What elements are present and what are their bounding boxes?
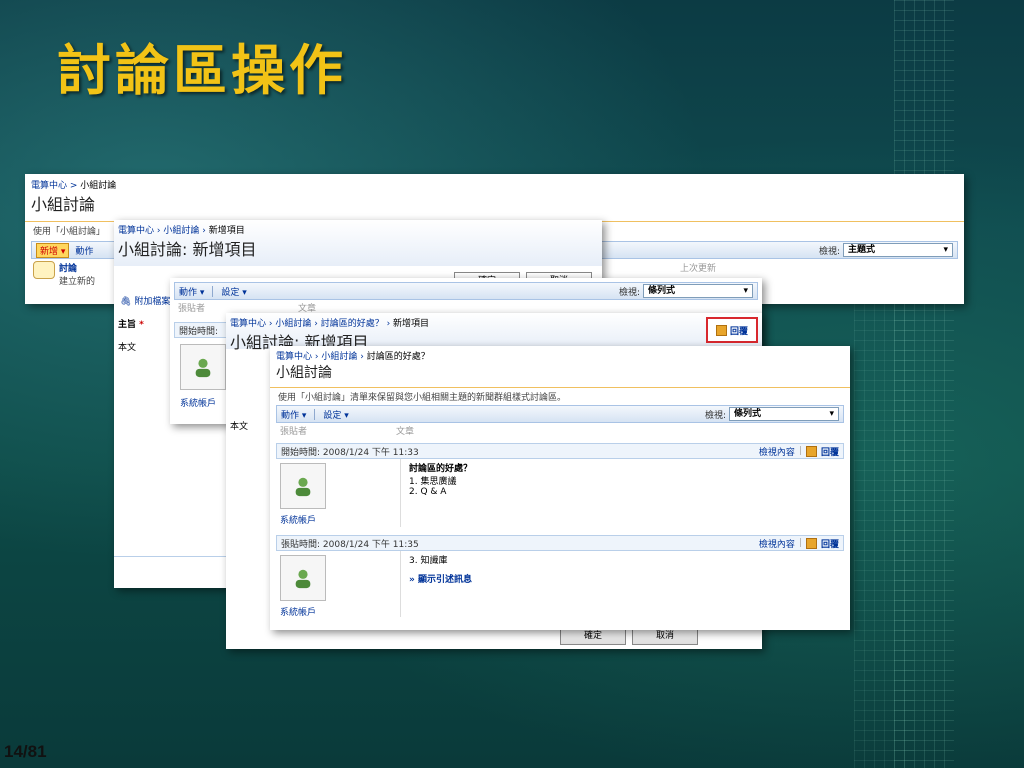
view-content-link[interactable]: 檢視內容 bbox=[759, 537, 795, 550]
show-quote-link[interactable]: » 顯示引述訊息 bbox=[409, 572, 472, 585]
post-time: 開始時間: 2008/1/24 下午 11:33 bbox=[281, 447, 419, 458]
crumb-current: 新增項目 bbox=[208, 226, 245, 236]
column-author: 張貼者 bbox=[280, 426, 308, 437]
action-menu[interactable]: 動作 ▾ bbox=[281, 408, 306, 421]
divider: | bbox=[798, 446, 802, 456]
breadcrumb: 電算中心 › 小組討論 › 討論區的好處？ › 新增項目 bbox=[230, 319, 430, 329]
post-row: 系統帳戶 討論區的好處？ 1. 集思廣議 2. Q & A bbox=[270, 459, 850, 527]
crumb-separator: > bbox=[67, 181, 81, 191]
reply-button-highlight[interactable]: 回覆 bbox=[706, 317, 758, 343]
required-mark: * bbox=[139, 320, 144, 330]
view-content-link[interactable]: 檢視內容 bbox=[759, 445, 795, 458]
chevron-down-icon: ▾ bbox=[943, 245, 948, 255]
crumb-current: 新增項目 bbox=[393, 319, 430, 329]
column-author: 張貼者 bbox=[178, 303, 206, 314]
toolbar-separator bbox=[212, 285, 214, 297]
action-menu[interactable]: 動作 ▾ bbox=[179, 285, 204, 298]
new-button[interactable]: 新增 ▾ bbox=[36, 242, 70, 258]
chevron-down-icon: ▾ bbox=[829, 409, 834, 419]
crumb-link[interactable]: 電算中心 bbox=[276, 352, 312, 362]
paperclip-icon: 🖇 bbox=[120, 297, 132, 307]
crumb-link[interactable]: 電算中心 bbox=[118, 226, 154, 236]
crumb-link[interactable]: 電算中心 bbox=[31, 181, 67, 191]
discussion-icon bbox=[33, 261, 55, 279]
page-title: 小組討論: 新增項目 bbox=[118, 240, 257, 259]
subject-text: 主旨 bbox=[118, 320, 137, 330]
discussion-thread-window: 電算中心 › 小組討論 › 討論區的好處？ 小組討論 使用「小組討論」清單來保留… bbox=[270, 346, 850, 630]
reply-label: 回覆 bbox=[729, 326, 748, 337]
view-value: 條列式 bbox=[734, 409, 762, 419]
double-chevron-icon: » bbox=[409, 575, 415, 585]
page-title: 小組討論 bbox=[276, 365, 332, 381]
settings-label: 設定 bbox=[221, 287, 240, 298]
user-icon bbox=[295, 477, 311, 497]
post-header: 張貼時間: 2008/1/24 下午 11:35 檢視內容 | 回覆 bbox=[276, 535, 844, 551]
post-header: 開始時間: 2008/1/24 下午 11:33 檢視內容 | 回覆 bbox=[276, 443, 844, 459]
post-time: 開始時間: bbox=[179, 326, 219, 337]
avatar bbox=[280, 555, 326, 601]
post-time: 張貼時間: 2008/1/24 下午 11:35 bbox=[281, 539, 419, 550]
settings-menu[interactable]: 設定 ▾ bbox=[221, 285, 246, 298]
action-label: 動作 bbox=[281, 410, 300, 421]
reply-icon bbox=[715, 324, 727, 336]
settings-menu[interactable]: 設定 ▾ bbox=[323, 408, 348, 421]
post-subject: 討論區的好處？ bbox=[409, 464, 473, 474]
action-menu[interactable]: 動作 bbox=[75, 244, 93, 257]
new-button-label: 新增 bbox=[40, 246, 59, 257]
user-link[interactable]: 系統帳戶 bbox=[280, 605, 390, 618]
post-line: 2. Q & A bbox=[409, 487, 447, 497]
view-select[interactable]: 主題式 ▾ bbox=[843, 243, 953, 257]
divider: | bbox=[798, 538, 802, 548]
crumb-link[interactable]: 小組討論 bbox=[321, 352, 357, 362]
decor-grid-2 bbox=[854, 300, 914, 768]
page-title: 小組討論 bbox=[31, 195, 96, 214]
breadcrumb: 電算中心 › 小組討論 › 新增項目 bbox=[118, 226, 245, 236]
view-label: 檢視: bbox=[704, 410, 726, 421]
attach-file-label: 附加檔案 bbox=[134, 297, 171, 307]
discussion-item-desc: 建立新的 bbox=[59, 277, 96, 287]
crumb-link[interactable]: 電算中心 bbox=[230, 319, 266, 329]
post-row: 系統帳戶 3. 知識庫 » 顯示引述訊息 bbox=[270, 551, 850, 618]
page-description: 使用「小組討論」清單來保留與您小組相關主題的新聞群組樣式討論區。 bbox=[278, 393, 567, 403]
discussion-item-title[interactable]: 討論 bbox=[59, 261, 95, 274]
user-icon bbox=[295, 569, 311, 589]
action-label: 動作 bbox=[179, 287, 198, 298]
view-select[interactable]: 條列式 ▾ bbox=[729, 407, 839, 421]
reply-icon bbox=[805, 537, 817, 549]
view-label: 檢視: bbox=[618, 287, 640, 298]
crumb-current[interactable]: 小組討論 bbox=[80, 181, 116, 191]
avatar bbox=[280, 463, 326, 509]
user-link[interactable]: 系統帳戶 bbox=[280, 513, 390, 526]
toolbar-separator bbox=[314, 408, 316, 420]
post-line: 1. 集思廣議 bbox=[409, 477, 457, 487]
view-select[interactable]: 條列式 ▾ bbox=[643, 284, 753, 298]
show-quote-label: 顯示引述訊息 bbox=[417, 575, 472, 585]
settings-label: 設定 bbox=[323, 410, 342, 421]
reply-link[interactable]: 回覆 bbox=[821, 445, 839, 458]
view-value: 主題式 bbox=[848, 245, 876, 255]
column-post: 文章 bbox=[298, 303, 317, 314]
crumb-link[interactable]: 討論區的好處？ bbox=[321, 319, 384, 329]
user-icon bbox=[195, 358, 211, 378]
reply-link[interactable]: 回覆 bbox=[821, 537, 839, 550]
crumb-link[interactable]: 小組討論 bbox=[163, 226, 199, 236]
crumb-current: 討論區的好處？ bbox=[366, 352, 430, 362]
avatar bbox=[180, 344, 226, 390]
page-number: 14/81 bbox=[4, 742, 47, 761]
reply-icon bbox=[805, 445, 817, 457]
slide-title: 討論區操作 bbox=[57, 39, 347, 102]
post-line: 3. 知識庫 bbox=[409, 556, 448, 566]
breadcrumb: 電算中心 › 小組討論 › 討論區的好處？ bbox=[276, 352, 430, 362]
breadcrumb: 電算中心 > 小組討論 bbox=[31, 178, 958, 191]
crumb-link[interactable]: 小組討論 bbox=[275, 319, 311, 329]
column-post: 文章 bbox=[396, 426, 415, 437]
view-value: 條列式 bbox=[648, 286, 676, 296]
chevron-down-icon: ▾ bbox=[743, 286, 748, 296]
view-label: 檢視: bbox=[818, 246, 840, 257]
